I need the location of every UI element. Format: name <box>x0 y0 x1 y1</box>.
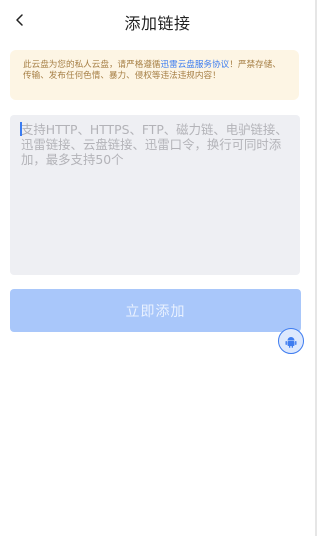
header: 添加链接 <box>0 0 315 44</box>
window-edge <box>315 0 317 536</box>
floating-assistant-button[interactable] <box>278 328 304 354</box>
page-title: 添加链接 <box>124 14 191 33</box>
text-caret <box>20 122 22 136</box>
link-input-field[interactable]: 支持HTTP、HTTPS、FTP、磁力链、电驴链接、迅雷链接、云盘链接、迅雷口令… <box>10 115 300 275</box>
link-input-placeholder: 支持HTTP、HTTPS、FTP、磁力链、电驴链接、迅雷链接、云盘链接、迅雷口令… <box>21 122 288 167</box>
notice-banner: 此云盘为您的私人云盘，请严格遵循迅雷云盘服务协议！严禁存储、传输、发布任何色情、… <box>10 50 299 100</box>
android-icon <box>285 336 297 348</box>
add-now-button[interactable]: 立即添加 <box>10 289 301 332</box>
notice-text-before: 此云盘为您的私人云盘，请严格遵循 <box>23 60 161 70</box>
service-agreement-link[interactable]: 迅雷云盘服务协议 <box>161 60 230 70</box>
